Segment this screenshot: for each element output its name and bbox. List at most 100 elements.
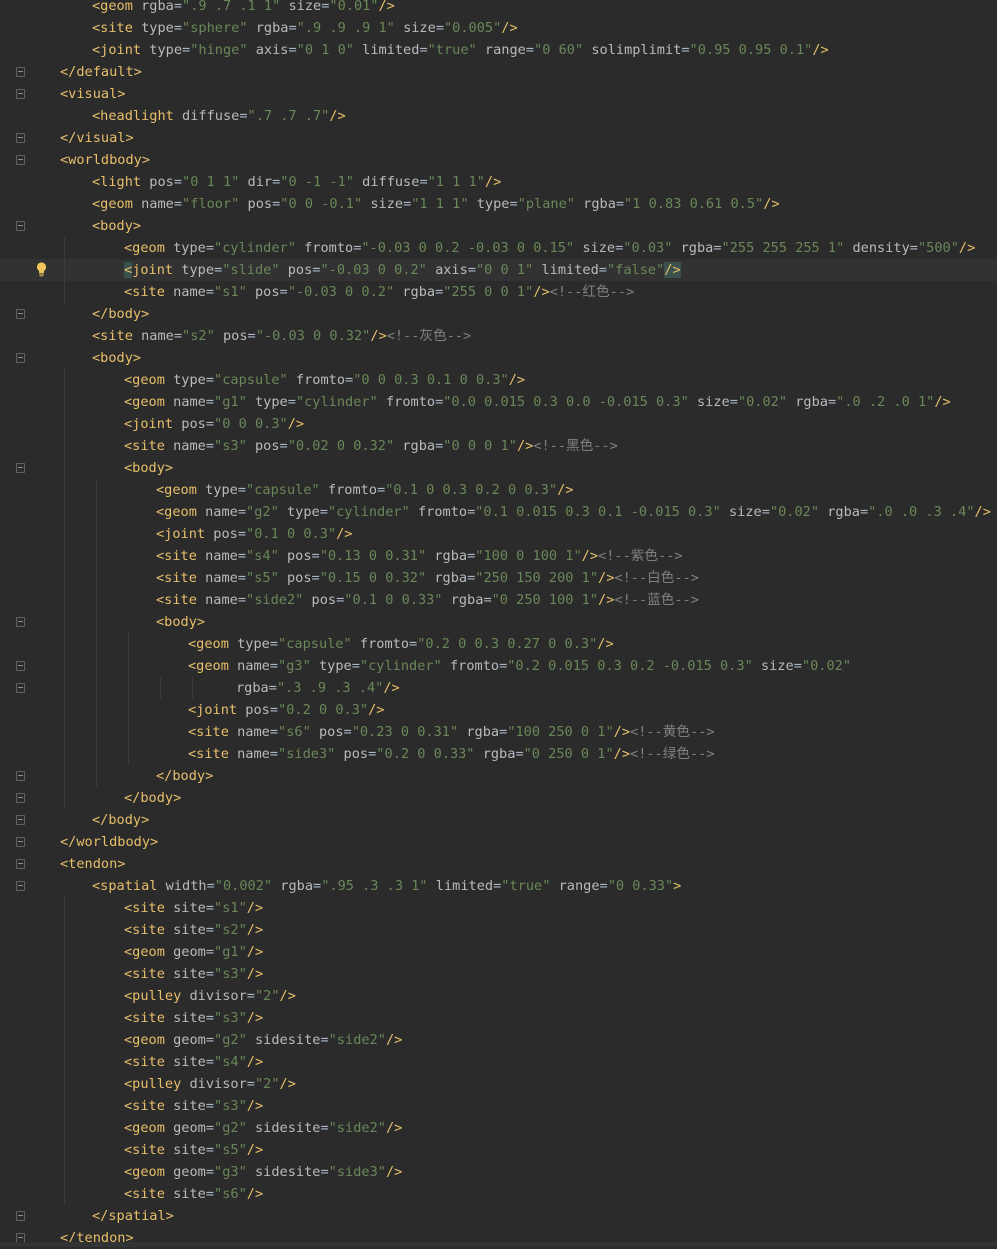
fold-marker-icon[interactable] — [16, 353, 25, 363]
code-line[interactable]: </body> — [0, 787, 997, 809]
code-line[interactable]: rgba=".3 .9 .3 .4"/> — [0, 677, 997, 699]
xml-tag: /> — [501, 20, 518, 36]
xml-attribute: name — [205, 548, 238, 564]
code-line[interactable]: <site name="s6" pos="0.23 0 0.31" rgba="… — [0, 721, 997, 743]
xml-attribute: limited — [362, 42, 420, 58]
xml-value: "floor" — [182, 196, 240, 212]
fold-marker-icon[interactable] — [16, 309, 25, 319]
code-line[interactable]: <site name="s1" pos="-0.03 0 0.2" rgba="… — [0, 281, 997, 303]
code-editor[interactable]: <geom rgba=".9 .7 .1 1" size="0.01"/> <si… — [0, 0, 997, 1247]
code-line[interactable]: </spatial> — [0, 1205, 997, 1227]
code-text: <site site="s1"/> — [124, 897, 263, 919]
fold-marker-icon[interactable] — [16, 617, 25, 627]
code-line[interactable]: </default> — [0, 61, 997, 83]
code-line[interactable]: <geom geom="g2" sidesite="side2"/> — [0, 1117, 997, 1139]
xml-attribute: rgba — [795, 394, 828, 410]
xml-attribute: pos — [286, 570, 312, 586]
code-line[interactable]: <site site="s4"/> — [0, 1051, 997, 1073]
lightbulb-icon[interactable] — [36, 262, 47, 277]
horizontal-scrollbar[interactable] — [0, 1242, 997, 1247]
code-line[interactable]: <pulley divisor="2"/> — [0, 1073, 997, 1095]
code-line[interactable]: <geom name="floor" pos="0 0 -0.1" size="… — [0, 193, 997, 215]
fold-marker-icon[interactable] — [16, 837, 25, 847]
code-line[interactable]: <site name="side3" pos="0.2 0 0.33" rgba… — [0, 743, 997, 765]
xml-attribute: fromto — [304, 240, 354, 256]
xml-value: "0.2 0 0.3 0.27 0 0.3" — [417, 636, 598, 652]
indent-guide — [192, 677, 193, 699]
code-line[interactable]: <pulley divisor="2"/> — [0, 985, 997, 1007]
code-line[interactable]: <geom geom="g2" sidesite="side2"/> — [0, 1029, 997, 1051]
indent-guide — [64, 259, 65, 281]
code-line[interactable]: <site site="s3"/> — [0, 1007, 997, 1029]
code-line[interactable]: <geom geom="g3" sidesite="side3"/> — [0, 1161, 997, 1183]
code-line[interactable]: <joint pos="0.1 0 0.3"/> — [0, 523, 997, 545]
code-line[interactable]: <geom name="g2" type="cylinder" fromto="… — [0, 501, 997, 523]
code-line[interactable]: <light pos="0 1 1" dir="0 -1 -1" diffuse… — [0, 171, 997, 193]
code-line[interactable]: </visual> — [0, 127, 997, 149]
fold-marker-icon[interactable] — [16, 133, 25, 143]
code-line[interactable]: <spatial width="0.002" rgba=".95 .3 .3 1… — [0, 875, 997, 897]
code-line[interactable]: <geom geom="g1"/> — [0, 941, 997, 963]
code-line[interactable]: </worldbody> — [0, 831, 997, 853]
fold-marker-icon[interactable] — [16, 661, 25, 671]
code-line[interactable]: <body> — [0, 457, 997, 479]
code-line[interactable]: <visual> — [0, 83, 997, 105]
fold-marker-icon[interactable] — [16, 793, 25, 803]
code-line[interactable]: <joint type="hinge" axis="0 1 0" limited… — [0, 39, 997, 61]
code-line[interactable]: <joint type="slide" pos="-0.03 0 0.2" ax… — [0, 259, 997, 281]
xml-value: "sphere" — [182, 20, 248, 36]
code-line[interactable]: <site site="s1"/> — [0, 897, 997, 919]
xml-attribute: rgba — [434, 548, 468, 564]
code-line[interactable]: <site name="s2" pos="-0.03 0 0.32"/><!--… — [0, 325, 997, 347]
fold-marker-icon[interactable] — [16, 89, 25, 99]
code-line[interactable]: <site name="s3" pos="0.02 0 0.32" rgba="… — [0, 435, 997, 457]
code-line[interactable]: <body> — [0, 347, 997, 369]
code-line[interactable]: <geom type="capsule" fromto="0.2 0 0.3 0… — [0, 633, 997, 655]
code-line[interactable]: <joint pos="0 0 0.3"/> — [0, 413, 997, 435]
code-line[interactable]: <body> — [0, 215, 997, 237]
code-line[interactable]: </body> — [0, 809, 997, 831]
code-line[interactable]: <geom type="capsule" fromto="0.1 0 0.3 0… — [0, 479, 997, 501]
code-line[interactable]: <geom rgba=".9 .7 .1 1" size="0.01"/> — [0, 0, 997, 17]
code-line[interactable]: <geom name="g1" type="cylinder" fromto="… — [0, 391, 997, 413]
fold-marker-icon[interactable] — [16, 67, 25, 77]
fold-marker-icon[interactable] — [16, 683, 25, 693]
indent-guide — [96, 699, 97, 721]
code-line[interactable]: </body> — [0, 303, 997, 325]
fold-marker-icon[interactable] — [16, 221, 25, 231]
fold-marker-icon[interactable] — [16, 815, 25, 825]
code-line[interactable]: <tendon> — [0, 853, 997, 875]
indent-guide — [64, 655, 65, 677]
code-line[interactable]: <headlight diffuse=".7 .7 .7"/> — [0, 105, 997, 127]
code-line[interactable]: <site name="side2" pos="0.1 0 0.33" rgba… — [0, 589, 997, 611]
code-line[interactable]: <geom type="cylinder" fromto="-0.03 0 0.… — [0, 237, 997, 259]
code-line[interactable]: <site site="s5"/> — [0, 1139, 997, 1161]
code-line[interactable]: <geom name="g3" type="cylinder" fromto="… — [0, 655, 997, 677]
fold-marker-icon[interactable] — [16, 155, 25, 165]
fold-marker-icon[interactable] — [16, 1211, 25, 1221]
code-line[interactable]: <site name="s4" pos="0.13 0 0.31" rgba="… — [0, 545, 997, 567]
fold-marker-icon[interactable] — [16, 771, 25, 781]
indent-guide — [96, 633, 97, 655]
code-line[interactable]: <site site="s6"/> — [0, 1183, 997, 1205]
code-line[interactable]: <joint pos="0.2 0 0.3"/> — [0, 699, 997, 721]
fold-marker-icon[interactable] — [16, 881, 25, 891]
xml-punctuation: = — [351, 658, 360, 674]
code-line[interactable]: <body> — [0, 611, 997, 633]
code-line[interactable]: <site site="s3"/> — [0, 963, 997, 985]
indent-guide — [128, 699, 129, 721]
code-line[interactable]: <site type="sphere" rgba=".9 .9 .9 1" si… — [0, 17, 997, 39]
code-line[interactable]: <worldbody> — [0, 149, 997, 171]
xml-tag: /> — [336, 526, 353, 542]
fold-marker-icon[interactable] — [16, 859, 25, 869]
xml-attribute: name — [205, 592, 238, 608]
code-line[interactable]: <geom type="capsule" fromto="0 0 0.3 0.1… — [0, 369, 997, 391]
xml-tag: <worldbody> — [60, 152, 151, 168]
xml-tag: <joint — [188, 702, 246, 718]
code-line[interactable]: <site site="s3"/> — [0, 1095, 997, 1117]
xml-value: "s3" — [214, 1010, 247, 1026]
code-line[interactable]: <site name="s5" pos="0.15 0 0.32" rgba="… — [0, 567, 997, 589]
fold-marker-icon[interactable] — [16, 463, 25, 473]
code-line[interactable]: <site site="s2"/> — [0, 919, 997, 941]
code-line[interactable]: </body> — [0, 765, 997, 787]
